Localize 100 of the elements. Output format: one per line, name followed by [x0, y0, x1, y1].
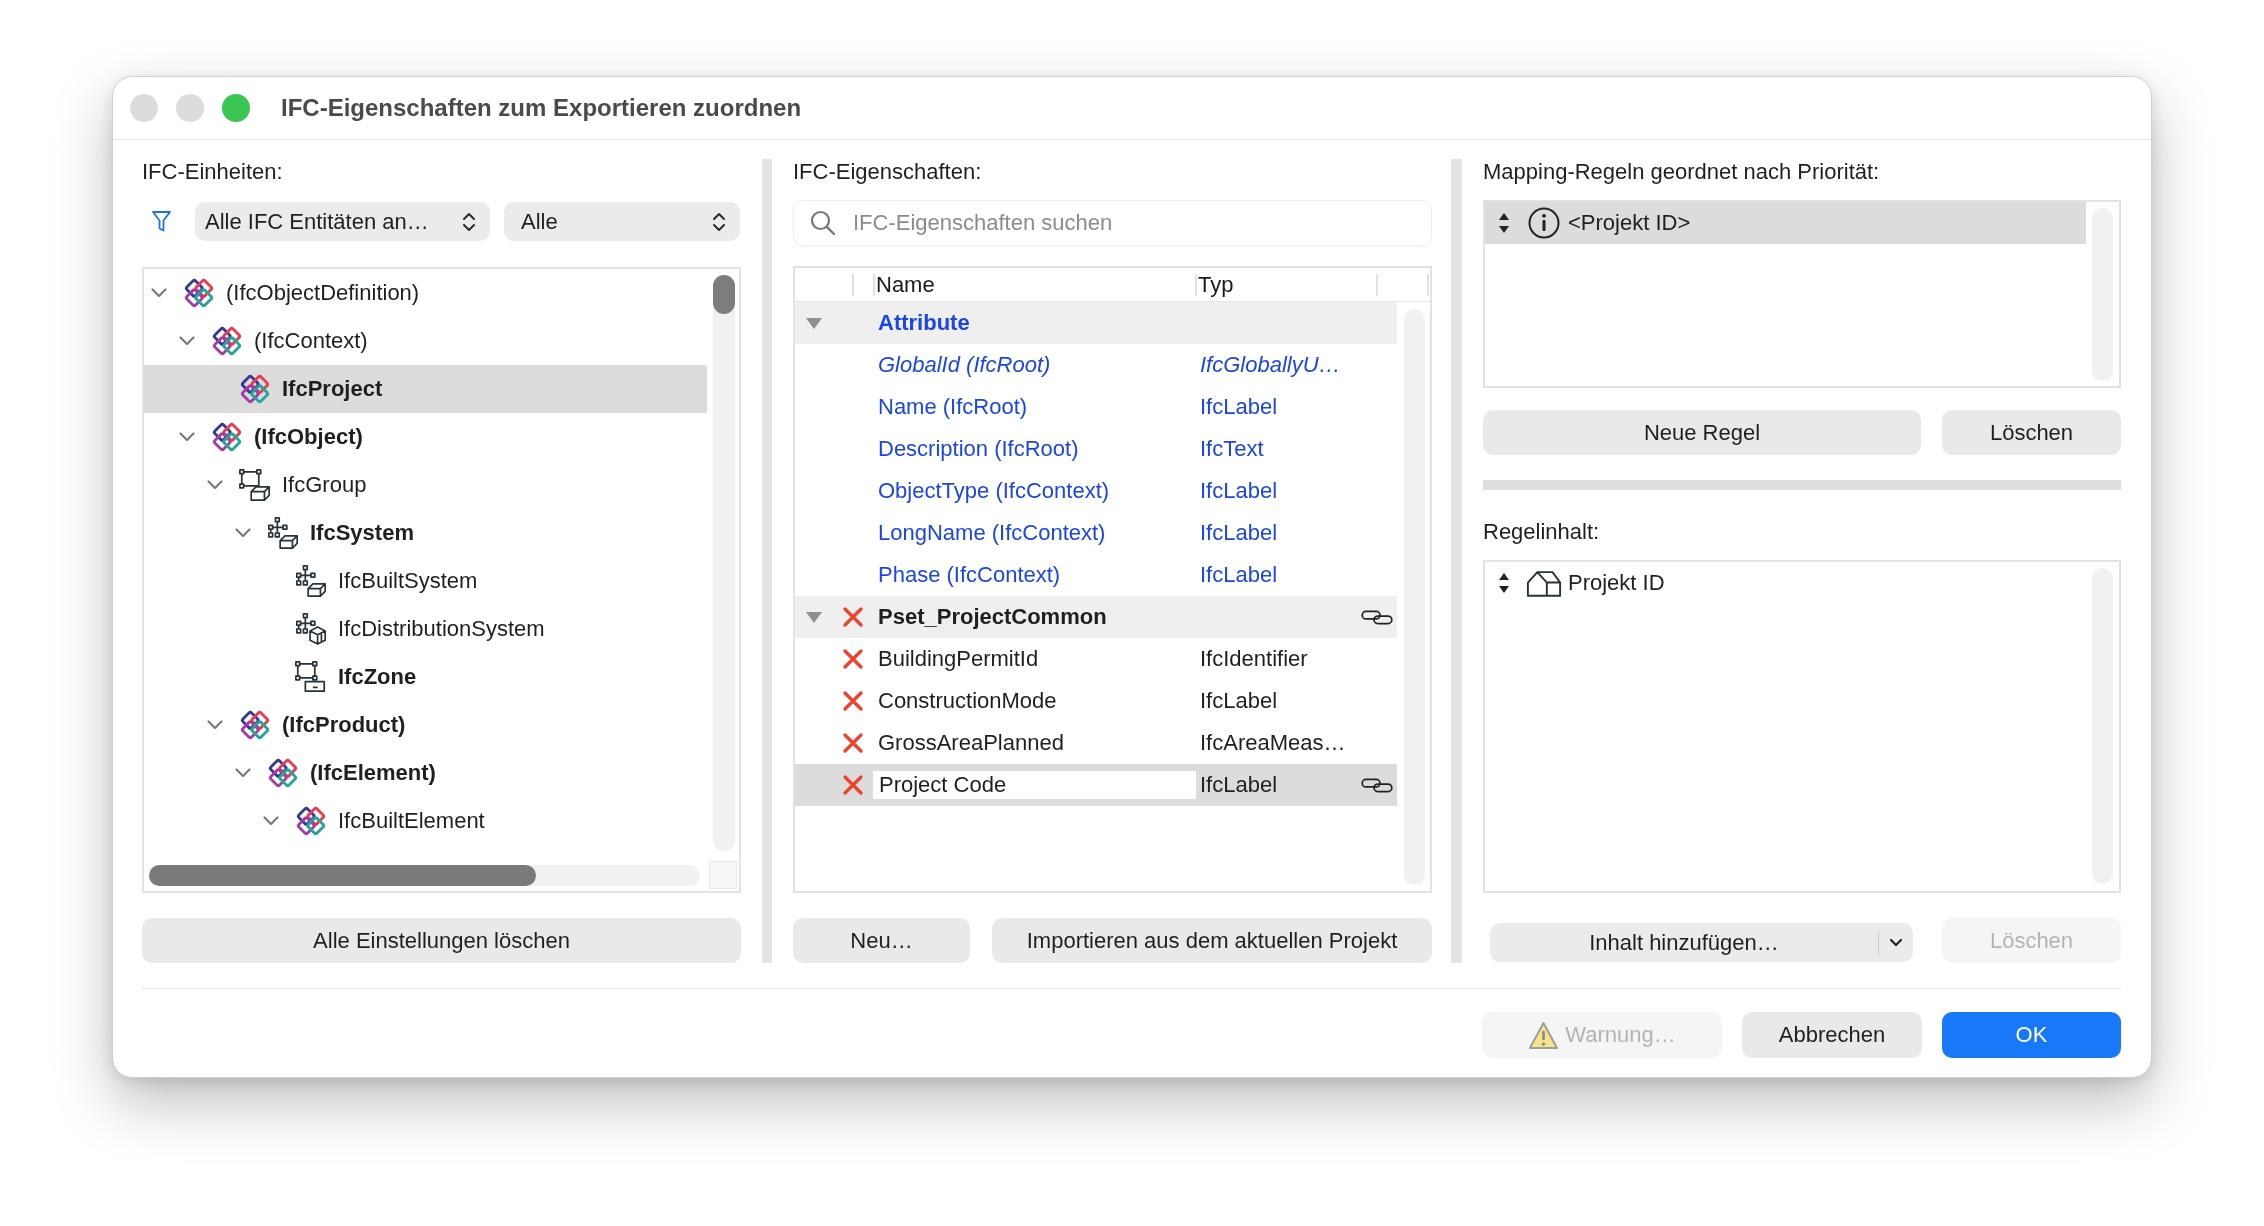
table-row[interactable]: BuildingPermitId IfcIdentifier: [795, 638, 1397, 680]
sort-arrows-icon[interactable]: [1498, 572, 1510, 594]
table-cell-text: Description (IfcRoot): [877, 436, 1080, 462]
disclosure-triangle-icon[interactable]: [805, 610, 823, 624]
tree-item[interactable]: IfcZone: [144, 653, 707, 701]
clear-settings-button[interactable]: Alle Einstellungen löschen: [142, 918, 741, 963]
table-cell-text: IfcLabel: [1199, 772, 1279, 798]
tree-item[interactable]: (IfcElement): [144, 749, 707, 797]
table-cell-text: Phase (IfcContext): [877, 562, 1062, 588]
diamond-links-icon: [266, 756, 300, 790]
network-cube-icon: [294, 612, 328, 646]
chevron-icon[interactable]: [263, 816, 279, 826]
up-down-chevron-icon: [712, 210, 726, 233]
tree-item[interactable]: IfcDistributionSystem: [144, 605, 707, 653]
tree-item[interactable]: (IfcObject): [144, 413, 707, 461]
table-row[interactable]: LongName (IfcContext) IfcLabel: [795, 512, 1397, 554]
table-cell-text: IfcLabel: [1199, 520, 1279, 546]
table-cell-text: IfcGloballyU…: [1199, 352, 1342, 378]
diamond-links-icon: [210, 324, 244, 358]
diamond-links-icon: [294, 804, 328, 838]
house-icon: [1526, 568, 1562, 598]
panel-label: Mapping-Regeln geordnet nach Priorität:: [1483, 159, 1880, 185]
table-cell-text: IfcText: [1199, 436, 1265, 462]
table-cell-text: IfcLabel: [1199, 478, 1279, 504]
search-icon: [810, 210, 836, 236]
name-edit-field[interactable]: Project Code: [873, 771, 1196, 799]
section-label: Regelinhalt:: [1483, 519, 1600, 545]
table-row[interactable]: Project Code IfcLabel: [795, 764, 1397, 806]
chevron-icon[interactable]: [179, 432, 195, 442]
table-cell-text: IfcLabel: [1199, 562, 1279, 588]
tree-item[interactable]: IfcBuiltSystem: [144, 557, 707, 605]
tree-item[interactable]: IfcSystem: [144, 509, 707, 557]
table-row[interactable]: Description (IfcRoot) IfcText: [795, 428, 1397, 470]
group-row[interactable]: Pset_ProjectCommon: [795, 596, 1397, 638]
table-cell-text: IfcAreaMeas…: [1199, 730, 1347, 756]
table-cell-text: IfcLabel: [1199, 394, 1279, 420]
diamond-links-icon: [182, 276, 216, 310]
table-cell-text: LongName (IfcContext): [877, 520, 1107, 546]
add-content-dropdown[interactable]: Inhalt hinzufügen…: [1490, 923, 1913, 962]
tree-item[interactable]: IfcGroup: [144, 461, 707, 509]
chevron-icon[interactable]: [207, 480, 223, 490]
cancel-button[interactable]: Abbrechen: [1742, 1012, 1922, 1058]
network-box-icon: [294, 564, 328, 598]
table-row[interactable]: ObjectType (IfcContext) IfcLabel: [795, 470, 1397, 512]
disclosure-triangle-icon[interactable]: [805, 316, 823, 330]
table-row[interactable]: ConstructionMode IfcLabel: [795, 680, 1397, 722]
table-row[interactable]: GlobalId (IfcRoot) IfcGloballyU…: [795, 344, 1397, 386]
group-row[interactable]: Attribute: [795, 302, 1397, 344]
scrollbar-track[interactable]: [149, 865, 700, 886]
filter-icon[interactable]: [151, 210, 172, 233]
chevron-icon[interactable]: [235, 528, 251, 538]
rule-item[interactable]: <Projekt ID>: [1485, 202, 2086, 244]
scrollbar-thumb[interactable]: [713, 275, 735, 314]
cross-icon[interactable]: [843, 649, 863, 669]
column-header[interactable]: Name: [873, 273, 1195, 296]
tree-item[interactable]: (IfcProduct): [144, 701, 707, 749]
table-cell-text: GlobalId (IfcRoot): [877, 352, 1052, 378]
filter-dropdown[interactable]: Alle IFC Entitäten an…: [195, 202, 490, 241]
warning-icon: [1528, 1020, 1560, 1050]
tree-item[interactable]: (IfcContext): [144, 317, 707, 365]
sort-arrows-icon[interactable]: [1498, 212, 1510, 234]
cross-icon[interactable]: [843, 691, 863, 711]
content-item[interactable]: Projekt ID: [1485, 562, 2086, 604]
table-cell-text: BuildingPermitId: [877, 646, 1040, 672]
diamond-links-icon: [238, 372, 272, 406]
table-row[interactable]: GrossAreaPlanned IfcAreaMeas…: [795, 722, 1397, 764]
chevron-icon[interactable]: [151, 288, 167, 298]
cross-icon[interactable]: [843, 775, 863, 795]
tree-item[interactable]: (IfcObjectDefinition): [144, 269, 707, 317]
link-icon[interactable]: [1360, 609, 1393, 625]
scrollbar-track[interactable]: [713, 275, 735, 851]
chevron-icon[interactable]: [207, 720, 223, 730]
network-box-icon: [266, 516, 300, 550]
window-title: IFC-Eigenschaften zum Exportieren zuordnen: [281, 94, 802, 122]
column-header[interactable]: Typ: [1195, 273, 1356, 296]
chevron-icon[interactable]: [235, 768, 251, 778]
filter-dropdown[interactable]: Alle: [504, 202, 740, 241]
link-icon[interactable]: [1360, 777, 1393, 793]
new-button[interactable]: Neu…: [793, 918, 970, 963]
chevron-icon[interactable]: [179, 336, 195, 346]
scrollbar-thumb[interactable]: [149, 865, 536, 886]
zoom-button[interactable]: [222, 94, 250, 122]
delete-button[interactable]: Löschen: [1942, 410, 2121, 455]
table-cell-text: ObjectType (IfcContext): [877, 478, 1111, 504]
table-cell-text: IfcLabel: [1199, 688, 1279, 714]
frame-box-icon: [238, 468, 272, 502]
tree-item[interactable]: IfcBuiltElement: [144, 797, 707, 845]
diamond-links-icon: [210, 420, 244, 454]
info-icon: [1528, 207, 1560, 239]
diamond-links-icon: [238, 708, 272, 742]
table-row[interactable]: Phase (IfcContext) IfcLabel: [795, 554, 1397, 596]
tree-item[interactable]: IfcProject: [144, 365, 707, 413]
search-field[interactable]: IFC-Eigenschaften suchen: [793, 200, 1432, 246]
cross-icon[interactable]: [843, 607, 863, 627]
import-button[interactable]: Importieren aus dem aktuellen Projekt: [992, 918, 1432, 963]
new-rule-button[interactable]: Neue Regel: [1483, 410, 1921, 455]
group-name: Pset_ProjectCommon: [877, 604, 1107, 630]
ok-button[interactable]: OK: [1942, 1012, 2121, 1058]
table-row[interactable]: Name (IfcRoot) IfcLabel: [795, 386, 1397, 428]
cross-icon[interactable]: [843, 733, 863, 753]
